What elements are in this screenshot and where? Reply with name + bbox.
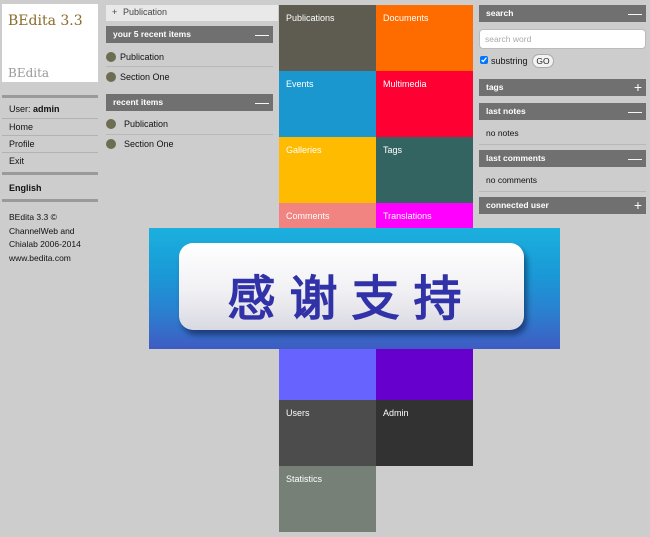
tile-label: Publications — [286, 13, 335, 23]
recent5-title: your 5 recent items — [113, 29, 191, 39]
tile-events[interactable]: Events — [279, 71, 376, 137]
divider — [2, 199, 98, 202]
divider — [2, 118, 98, 119]
thanks-banner: 感谢支持 — [149, 228, 560, 349]
credits-line: ChannelWeb and — [9, 225, 75, 236]
nav-exit[interactable]: Exit — [9, 156, 24, 166]
user-name: admin — [33, 104, 60, 114]
nav-profile[interactable]: Profile — [9, 139, 35, 149]
tile-label: Multimedia — [383, 79, 427, 89]
item-bullet-icon — [106, 139, 116, 149]
collapse-icon[interactable]: — — [255, 94, 269, 110]
collapse-icon[interactable]: — — [628, 103, 642, 119]
tile-documents[interactable]: Documents — [376, 5, 473, 71]
last-notes-header[interactable]: last notes — — [479, 103, 646, 120]
substring-checkbox[interactable] — [480, 56, 488, 64]
connected-user-title: connected user — [486, 200, 549, 210]
divider — [106, 66, 273, 67]
credits-line: Chialab 2006-2014 — [9, 239, 81, 249]
tile-label: Tags — [383, 145, 403, 155]
tile-statistics[interactable]: Statistics — [279, 466, 376, 532]
tags-title: tags — [486, 82, 504, 92]
user-info: User: admin — [9, 104, 60, 114]
tile-label: Documents — [383, 13, 429, 23]
go-button[interactable]: GO — [532, 54, 554, 68]
language-selector[interactable]: English — [9, 183, 42, 193]
last-comments-title: last comments — [486, 153, 546, 163]
recent-title: recent items — [113, 97, 164, 107]
divider — [479, 191, 646, 192]
item-bullet-icon — [106, 72, 116, 82]
substring-label: substring — [491, 56, 528, 66]
breadcrumb-label: Publication — [123, 7, 168, 17]
divider — [2, 172, 98, 175]
last-notes-title: last notes — [486, 106, 526, 116]
logo-title: BEdita 3.3 — [8, 13, 83, 29]
credits: BEdita 3.3 © ChannelWeb and Chialab 2006… — [9, 211, 81, 265]
tile-label: Galleries — [286, 145, 322, 155]
tile-multimedia[interactable]: Multimedia — [376, 71, 473, 137]
tile-publications[interactable]: Publications — [279, 5, 376, 71]
plus-icon: + — [112, 7, 118, 17]
tile-label: Users — [286, 408, 310, 418]
banner-text: 感谢支持 — [227, 271, 476, 327]
divider — [2, 135, 98, 136]
recent-header[interactable]: recent items — — [106, 94, 273, 111]
user-label: User: — [9, 104, 31, 114]
expand-icon[interactable]: + — [634, 197, 642, 213]
tile-label: Comments — [286, 211, 330, 221]
expand-icon[interactable]: + — [634, 79, 642, 95]
item-bullet-icon — [106, 52, 116, 62]
last-comments-header[interactable]: last comments — — [479, 150, 646, 167]
divider — [106, 134, 273, 135]
item-label: Section One — [120, 72, 170, 82]
divider — [2, 95, 98, 98]
nav-home[interactable]: Home — [9, 122, 33, 132]
banner-plate: 感谢支持 — [179, 243, 524, 330]
search-header[interactable]: search — — [479, 5, 646, 22]
tile-admin[interactable]: Admin — [376, 400, 473, 466]
tile-label: Events — [286, 79, 314, 89]
item-label: Section One — [124, 139, 174, 149]
item-bullet-icon — [106, 119, 116, 129]
tags-header[interactable]: tags + — [479, 79, 646, 96]
collapse-icon[interactable]: — — [628, 5, 642, 21]
search-input[interactable] — [479, 29, 646, 49]
no-notes-text: no notes — [486, 128, 519, 138]
logo-mark: BEdita — [8, 66, 50, 80]
divider — [2, 152, 98, 153]
publication-breadcrumb[interactable]: + Publication — [106, 5, 278, 21]
tile-label: Admin — [383, 408, 409, 418]
tile-label: Translations — [383, 211, 432, 221]
tile-galleries[interactable]: Galleries — [279, 137, 376, 203]
connected-user-header[interactable]: connected user + — [479, 197, 646, 214]
no-comments-text: no comments — [486, 175, 538, 185]
bedita-logo[interactable]: BEdita 3.3 BEdita — [2, 4, 98, 82]
tile-label: Statistics — [286, 474, 323, 484]
divider — [479, 144, 646, 145]
collapse-icon[interactable]: — — [628, 150, 642, 166]
item-label: Publication — [124, 119, 169, 129]
recent5-header[interactable]: your 5 recent items — — [106, 26, 273, 43]
credits-line: BEdita 3.3 © — [9, 212, 57, 222]
tile-tags[interactable]: Tags — [376, 137, 473, 203]
credits-link[interactable]: www.bedita.com — [9, 252, 81, 266]
search-title: search — [486, 8, 514, 18]
item-label: Publication — [120, 52, 165, 62]
tile-users[interactable]: Users — [279, 400, 376, 466]
collapse-icon[interactable]: — — [255, 26, 269, 42]
